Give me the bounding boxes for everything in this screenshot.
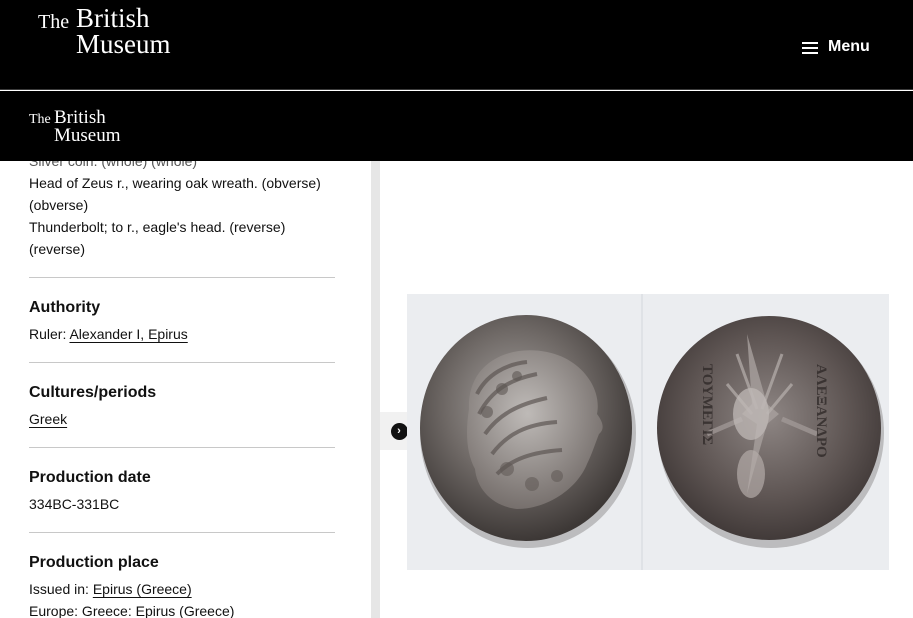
place-link[interactable]: Epirus (Greece)	[93, 581, 192, 597]
logo-museum: Museum	[54, 125, 121, 146]
logo-the: The	[38, 11, 70, 33]
reverse-inscription-left: ΤΟΥΜΕΓΙΣ	[699, 364, 715, 445]
sticky-header: The British Museum	[0, 91, 913, 161]
description-line: Thunderbolt; to r., eagle's head. (rever…	[29, 219, 286, 235]
reverse-inscription-right: ΑΛΕΞΑΝΔΡΟ	[813, 364, 829, 458]
menu-label: Menu	[828, 38, 870, 55]
description-block: Silver coin. (whole) (whole) Head of Zeu…	[29, 150, 335, 277]
section-title: Authority	[29, 299, 101, 316]
site-header: The British Museum Menu	[0, 0, 913, 90]
culture-link[interactable]: Greek	[29, 411, 67, 427]
issued-prefix: Issued in:	[29, 581, 93, 597]
section-text: Issued in: Epirus (Greece)	[29, 578, 335, 600]
menu-button[interactable]: Menu	[802, 38, 870, 56]
coin-photo: ΤΟΥΜΕΓΙΣ ΑΛΕΞΑΝΔΡΟ	[407, 294, 889, 570]
place-hierarchy: Europe: Greece: Epirus (Greece)	[29, 603, 235, 618]
section-title: Cultures/periods	[29, 384, 157, 401]
object-details: Silver coin. (whole) (whole) Head of Zeu…	[29, 150, 335, 618]
section-text: Ruler: Alexander I, Epirus	[29, 323, 335, 345]
reverse-coin: ΤΟΥΜΕΓΙΣ ΑΛΕΞΑΝΔΡΟ	[657, 316, 884, 548]
hamburger-icon	[802, 41, 818, 54]
cultures-section: Cultures/periods Greek	[29, 362, 335, 447]
ruler-prefix: Ruler:	[29, 326, 70, 342]
coin-image[interactable]: ΤΟΥΜΕΓΙΣ ΑΛΕΞΑΝΔΡΟ	[407, 294, 889, 570]
description-line: Head of Zeus r., wearing oak wreath. (ob…	[29, 175, 321, 191]
column-divider	[371, 161, 380, 618]
section-title: Production place	[29, 554, 159, 571]
production-place-section: Production place Issued in: Epirus (Gree…	[29, 532, 335, 618]
description-line: (reverse)	[29, 241, 86, 257]
production-date-value: 334BC-331BC	[29, 496, 120, 512]
authority-section: Authority Ruler: Alexander I, Epirus	[29, 277, 335, 362]
chevron-right-icon: ›	[390, 422, 408, 440]
section-title: Production date	[29, 469, 151, 486]
logo-museum: Museum	[76, 29, 171, 59]
logo-british: British	[76, 3, 150, 33]
ruler-link[interactable]: Alexander I, Epirus	[69, 326, 187, 342]
description-line: (obverse)	[29, 197, 89, 213]
logo-the: The	[29, 112, 51, 127]
production-date-section: Production date 334BC-331BC	[29, 447, 335, 532]
section-text: Greek	[29, 408, 335, 430]
